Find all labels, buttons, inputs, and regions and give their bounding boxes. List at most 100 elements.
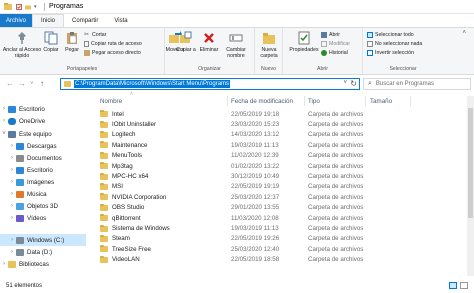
delete-button[interactable]: Eliminar xyxy=(197,31,221,53)
new-folder-button[interactable]: Nueva carpeta xyxy=(255,31,283,59)
file-name-cell[interactable]: OBS Studio xyxy=(100,203,144,211)
address-dropdown-icon[interactable]: ˅ xyxy=(343,80,347,86)
recent-locations-icon[interactable]: ˅ xyxy=(30,81,34,87)
file-row[interactable]: Mp3tag 01/02/2020 13:22 Carpeta de archivo… xyxy=(90,161,470,171)
tab-vista[interactable]: Vista xyxy=(106,14,135,27)
file-row[interactable]: VideoLAN 22/05/2019 18:58 Carpeta de archi… xyxy=(90,255,470,265)
paste-button[interactable]: Pegar xyxy=(62,31,82,53)
address-bar[interactable]: C:\ProgramData\Microsoft\Windows\Start M… xyxy=(60,78,360,90)
column-divider[interactable] xyxy=(410,96,411,106)
expand-chevron-icon[interactable]: › xyxy=(8,203,16,209)
tab-compartir[interactable]: Compartir xyxy=(64,14,106,27)
nav-item[interactable]: › Objetos 3D xyxy=(0,200,86,212)
address-path[interactable]: C:\ProgramData\Microsoft\Windows\Start M… xyxy=(74,80,231,88)
nav-item[interactable]: › Imágenes xyxy=(0,176,86,188)
file-row[interactable]: qBittorrent 11/03/2020 12:08 Carpeta de ar… xyxy=(90,213,470,223)
refresh-icon[interactable]: ↻ xyxy=(350,79,357,88)
file-row[interactable]: NVIDIA Corporation 25/03/2020 12:37 Carpet… xyxy=(90,192,470,202)
file-row[interactable]: TreeSize Free 25/03/2020 12:40 Carpeta de … xyxy=(90,244,470,254)
nav-item[interactable]: › Descargas xyxy=(0,140,86,152)
cut-button[interactable]: ✂ Cortar xyxy=(84,31,106,39)
file-name-cell[interactable]: MPC-HC x64 xyxy=(100,172,148,180)
column-divider[interactable] xyxy=(365,96,366,106)
column-name[interactable]: Nombre xyxy=(100,96,122,106)
details-view-icon[interactable] xyxy=(449,282,457,289)
file-row[interactable]: IObit Uninstaller 23/03/2020 15:23 Carpeta… xyxy=(90,119,470,129)
file-name-cell[interactable]: VideoLAN xyxy=(100,255,140,263)
expand-chevron-icon[interactable]: › xyxy=(0,118,8,124)
column-size[interactable]: Tamaño xyxy=(370,96,392,106)
column-type[interactable]: Tipo xyxy=(308,96,320,106)
file-name-cell[interactable]: NVIDIA Corporation xyxy=(100,193,166,201)
expand-chevron-icon[interactable]: › xyxy=(8,215,16,221)
column-divider[interactable] xyxy=(304,96,305,106)
file-row[interactable]: OBS Studio 29/01/2020 13:55 Carpeta de arc… xyxy=(90,203,470,213)
forward-arrow-icon[interactable]: → xyxy=(18,79,26,88)
nav-item[interactable]: › Bibliotecas xyxy=(0,258,86,270)
properties-quick-icon[interactable] xyxy=(16,3,22,10)
collapse-ribbon-icon[interactable]: ˄ xyxy=(462,30,466,36)
expand-chevron-icon[interactable]: › xyxy=(8,167,16,173)
file-name-cell[interactable]: Sistema de Windows xyxy=(100,224,170,232)
large-icons-view-icon[interactable] xyxy=(460,282,468,289)
new-folder-quick-icon[interactable] xyxy=(25,4,31,10)
select-none-button[interactable]: No seleccionar nada xyxy=(367,40,422,48)
back-arrow-icon[interactable]: ← xyxy=(6,79,14,88)
file-name-cell[interactable]: Mp3tag xyxy=(100,162,133,170)
expand-chevron-icon[interactable]: › xyxy=(8,249,16,255)
column-divider[interactable] xyxy=(227,96,228,106)
file-name-cell[interactable]: Steam xyxy=(100,234,130,242)
expand-chevron-icon[interactable]: › xyxy=(0,106,8,112)
file-name-cell[interactable]: Maintenance xyxy=(100,141,147,149)
file-name-cell[interactable]: MSI xyxy=(100,182,123,190)
open-button[interactable]: Abrir xyxy=(321,31,340,39)
copy-to-button[interactable]: Copiar a xyxy=(175,31,197,53)
file-name-cell[interactable]: TreeSize Free xyxy=(100,245,151,253)
file-name-cell[interactable]: MenuTools xyxy=(100,151,142,159)
expand-chevron-icon[interactable]: › xyxy=(8,179,16,185)
expand-chevron-icon[interactable]: › xyxy=(8,155,16,161)
nav-item[interactable]: › Windows (C:) xyxy=(0,234,86,246)
modify-button[interactable]: Modificar xyxy=(321,40,350,48)
rename-button[interactable]: Cambiar nombre xyxy=(221,31,251,59)
nav-item[interactable]: › OneDrive xyxy=(0,115,86,127)
properties-button[interactable]: Propiedades xyxy=(289,31,319,53)
column-date[interactable]: Fecha de modificación xyxy=(231,96,293,106)
nav-item[interactable]: › Vídeos xyxy=(0,212,86,224)
copy-path-button[interactable]: Copiar ruta de acceso xyxy=(84,40,142,48)
expand-chevron-icon[interactable]: ˅ xyxy=(0,131,8,137)
vertical-scrollbar[interactable] xyxy=(467,96,474,276)
nav-item[interactable]: › Data (D:) xyxy=(0,246,86,258)
scrollbar-thumb[interactable] xyxy=(468,108,473,218)
nav-item[interactable]: › Música xyxy=(0,188,86,200)
tab-inicio[interactable]: Inicio xyxy=(32,14,65,27)
nav-item[interactable]: › Escritorio xyxy=(0,164,86,176)
expand-chevron-icon[interactable]: › xyxy=(0,261,8,267)
file-row[interactable]: Logitech 14/03/2020 13:12 Carpeta de archi… xyxy=(90,130,470,140)
history-button[interactable]: Historial xyxy=(321,49,348,57)
file-row[interactable]: MSI 22/05/2019 19:19 Carpeta de archivos xyxy=(90,182,470,192)
file-name-cell[interactable]: Intel xyxy=(100,110,124,118)
file-row[interactable]: Steam 22/05/2019 19:26 Carpeta de archivos xyxy=(90,234,470,244)
search-box[interactable]: ⌕ Buscar en Programas xyxy=(363,78,471,90)
file-row[interactable]: MenuTools 11/02/2020 12:39 Carpeta de arch… xyxy=(90,151,470,161)
file-name-cell[interactable]: IObit Uninstaller xyxy=(100,120,156,128)
file-name-cell[interactable]: qBittorrent xyxy=(100,214,141,222)
tab-archivo[interactable]: Archivo xyxy=(0,14,33,27)
select-all-button[interactable]: Seleccionar todo xyxy=(367,31,414,39)
copy-button[interactable]: Copiar xyxy=(40,31,62,53)
pin-button[interactable]: Anclar al Acceso rápido xyxy=(2,31,42,59)
paste-shortcut-button[interactable]: Pegar acceso directo xyxy=(84,49,141,57)
up-arrow-icon[interactable]: ↑ xyxy=(40,79,44,88)
nav-item[interactable]: ˅ Este equipo xyxy=(0,128,86,140)
file-row[interactable]: Intel 22/05/2019 19:18 Carpeta de archivos xyxy=(90,109,470,119)
file-row[interactable]: Sistema de Windows 19/03/2019 11:13 Carpet… xyxy=(90,223,470,233)
file-row[interactable]: Maintenance 19/03/2019 11:13 Carpeta de ar… xyxy=(90,140,470,150)
nav-item[interactable]: › Escritorio xyxy=(0,103,86,115)
customize-chevron-icon[interactable]: ▾ xyxy=(34,4,40,10)
expand-chevron-icon[interactable]: › xyxy=(8,237,16,243)
invert-selection-button[interactable]: Invertir selección xyxy=(367,49,414,57)
file-name-cell[interactable]: Logitech xyxy=(100,130,135,138)
file-row[interactable]: MPC-HC x64 30/12/2019 10:49 Carpeta de arc… xyxy=(90,171,470,181)
nav-item[interactable]: › Documentos xyxy=(0,152,86,164)
